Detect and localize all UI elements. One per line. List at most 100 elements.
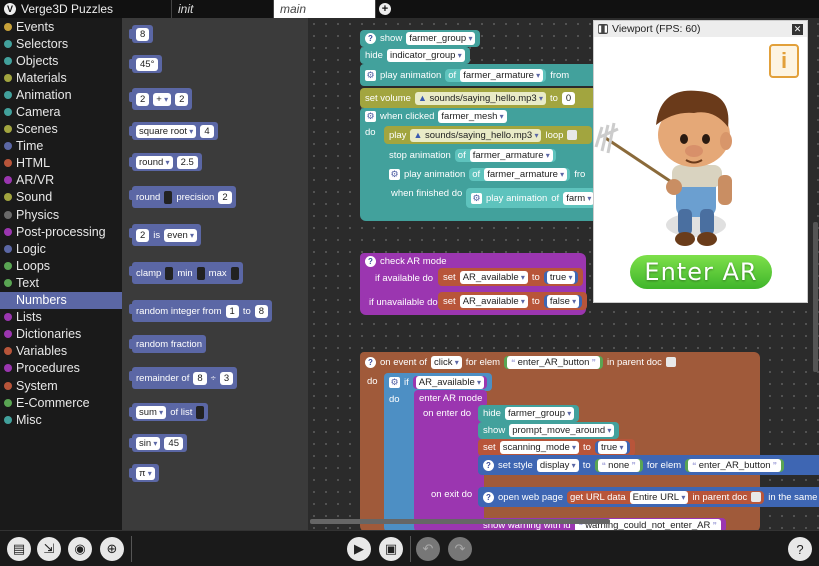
ar-var-dropdown[interactable]: AR_available (459, 270, 528, 284)
undo-icon[interactable]: ↶ (416, 537, 440, 561)
sidebar-item-system[interactable]: System (0, 377, 122, 394)
angle-block[interactable]: 45° (128, 55, 163, 73)
number-block[interactable]: 8 (128, 25, 154, 43)
show-object-dropdown[interactable]: farmer_group (406, 32, 476, 45)
ar-available-getter[interactable]: AR_available (412, 375, 487, 389)
enter-ar-header[interactable]: enter AR mode (414, 390, 488, 407)
scanning-var-dropdown[interactable]: scanning_mode (499, 441, 580, 454)
viewport-scene[interactable]: i Enter AR (594, 37, 807, 302)
anim-object-dropdown[interactable]: farmer_armature (460, 68, 544, 82)
play-anim2-block[interactable]: ⚙ play animation offarmer_armature fro (384, 165, 591, 183)
gear-icon[interactable]: ⚙ (389, 168, 400, 180)
arith-a[interactable]: 2 (136, 92, 150, 106)
tab-init[interactable]: init (172, 0, 274, 18)
sidebar-item-lists[interactable]: Lists (0, 309, 122, 326)
rem-b[interactable]: 3 (219, 371, 234, 385)
stop-object-dropdown[interactable]: farmer_armature (469, 148, 553, 162)
set-style-block[interactable]: ? set style display to none for elem ent… (478, 455, 819, 475)
horizontal-scrollbar[interactable] (310, 519, 610, 524)
play-sound-block[interactable]: play ▲ sounds/saying_hello.mp3 loop (384, 126, 592, 144)
round-op-dropdown[interactable]: round (136, 155, 173, 169)
list-slot[interactable] (196, 405, 205, 419)
volume-value[interactable]: 0 (561, 91, 576, 105)
enter-ar-button[interactable]: Enter AR (630, 255, 772, 289)
true2-block[interactable]: true (594, 441, 630, 454)
clamp-value-slot[interactable] (165, 266, 174, 280)
sidebar-item-logic[interactable]: Logic (0, 240, 122, 257)
play-icon[interactable]: ▶ (347, 537, 371, 561)
loop-checkbox[interactable] (567, 130, 578, 140)
false-dropdown[interactable]: false (546, 294, 580, 308)
if-header[interactable]: ⚙ if AR_available (384, 373, 492, 391)
style-value[interactable]: none (597, 458, 640, 472)
sidebar-item-camera[interactable]: Camera (0, 103, 122, 120)
viewport-titlebar[interactable]: ❚❚ Viewport (FPS: 60) ✕ (594, 21, 807, 37)
constant-block[interactable]: π (129, 464, 159, 482)
random-int-block[interactable]: random integer from 1 to 8 (128, 300, 273, 322)
sidebar-item-procedures[interactable]: Procedures (0, 360, 122, 377)
in-parent-doc-checkbox[interactable] (665, 357, 676, 367)
viewport-window[interactable]: ❚❚ Viewport (FPS: 60) ✕ i Enter AR (593, 20, 808, 303)
camera-icon[interactable]: ◉ (68, 537, 92, 561)
if-var-dropdown[interactable]: AR_available (415, 375, 484, 389)
elem2-name[interactable]: enter_AR_button (688, 458, 782, 472)
value-slot[interactable] (164, 190, 173, 204)
sidebar-item-loops[interactable]: Loops (0, 257, 122, 274)
sidebar-item-misc[interactable]: Misc (0, 411, 122, 428)
elem-string-block[interactable]: enter_AR_button (504, 355, 603, 369)
sidebar-item-post-processing[interactable]: Post-processing (0, 223, 122, 240)
redo-icon[interactable]: ↷ (448, 537, 472, 561)
round-block[interactable]: round 2.5 (129, 153, 202, 171)
show-block[interactable]: ? show farmer_group (360, 30, 481, 47)
save-icon[interactable]: ▣ (379, 537, 403, 561)
on-event-header[interactable]: ? on event of click for elem enter_AR_bu… (360, 352, 681, 372)
pause-icon[interactable]: ❚❚ (597, 24, 609, 34)
event-type-dropdown[interactable]: click (431, 355, 462, 369)
arith-op-dropdown[interactable]: + (153, 92, 172, 106)
help-icon[interactable]: ? (788, 537, 812, 561)
style-prop-dropdown[interactable]: display (536, 458, 579, 472)
sidebar-item-sound[interactable]: Sound (0, 189, 122, 206)
trig-op-dropdown[interactable]: sin (136, 436, 161, 450)
sidebar-item-animation[interactable]: Animation (0, 86, 122, 103)
target-icon[interactable]: ⊕ (100, 537, 124, 561)
hide-block[interactable]: hide indicator_group (360, 47, 470, 64)
is-even-block[interactable]: 2 is even (128, 224, 202, 246)
ar-var-dropdown[interactable]: AR_available (459, 294, 528, 308)
set-ar-available-false[interactable]: set AR_available to false (438, 292, 588, 310)
url-opt-dropdown[interactable]: Entire URL (629, 490, 689, 504)
add-tab-button[interactable]: + (376, 0, 394, 18)
arith-b[interactable]: 2 (175, 92, 189, 106)
hide2-object-dropdown[interactable]: farmer_group (504, 407, 575, 420)
true-dropdown[interactable]: true (546, 270, 576, 284)
hide-farmer-block[interactable]: hide farmer_group (478, 405, 580, 422)
sidebar-item-physics[interactable]: Physics (0, 206, 122, 223)
volume-sound-dropdown[interactable]: ▲ sounds/saying_hello.mp3 (414, 91, 546, 105)
sidebar-item-e-commerce[interactable]: E-Commerce (0, 394, 122, 411)
get-url-block[interactable]: get URL data Entire URL in parent doc (566, 490, 765, 504)
sidebar-item-events[interactable]: Events (0, 18, 122, 35)
gear-icon[interactable]: ⚙ (389, 376, 400, 388)
anim2-of-object[interactable]: of farmer_armature (469, 167, 571, 181)
clamp-max-slot[interactable] (230, 266, 239, 280)
sqrt-op-dropdown[interactable]: square root (136, 124, 197, 138)
sidebar-item-variables[interactable]: Variables (0, 343, 122, 360)
sidebar-item-objects[interactable]: Objects (0, 52, 122, 69)
elem-name[interactable]: enter_AR_button (507, 355, 600, 369)
stop-animation-block[interactable]: stop animation of farmer_armature (384, 146, 561, 164)
stop-of-object[interactable]: of farmer_armature (454, 148, 556, 162)
sidebar-item-time[interactable]: Time (0, 138, 122, 155)
is-value[interactable]: 2 (136, 228, 150, 242)
clamp-block[interactable]: clamp min max (129, 262, 243, 284)
set-scanning-block[interactable]: set scanning_mode to true (478, 439, 635, 456)
tab-main[interactable]: main (274, 0, 376, 18)
true2-dropdown[interactable]: true (597, 441, 627, 454)
set-ar-available-true[interactable]: set AR_available to true (438, 268, 584, 286)
constant-dropdown[interactable]: π (136, 466, 155, 480)
sidebar-item-materials[interactable]: Materials (0, 69, 122, 86)
true-block[interactable]: true (543, 270, 579, 284)
play-sound-dropdown[interactable]: ▲ sounds/saying_hello.mp3 (410, 128, 542, 142)
number-value[interactable]: 8 (136, 27, 150, 41)
open-web-page-block[interactable]: ? open web page get URL data Entire URL … (478, 487, 819, 507)
randint-from[interactable]: 1 (225, 304, 239, 318)
